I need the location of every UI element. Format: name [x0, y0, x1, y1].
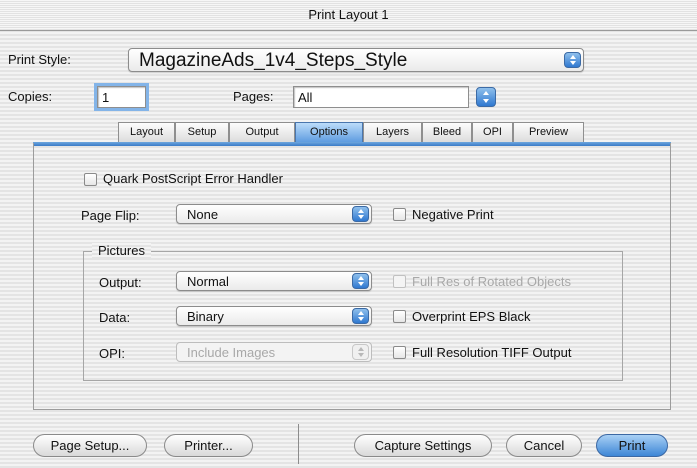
- print-button[interactable]: Print: [596, 434, 668, 457]
- tab-output[interactable]: Output: [229, 122, 295, 142]
- opi-value: Include Images: [187, 345, 276, 360]
- negative-print-checkbox[interactable]: [393, 208, 406, 221]
- tab-preview[interactable]: Preview: [513, 122, 584, 142]
- pages-field[interactable]: All: [293, 86, 469, 108]
- opi-label: OPI:: [99, 346, 126, 361]
- pages-popup-arrows-icon[interactable]: [476, 87, 496, 107]
- page-flip-value: None: [187, 207, 219, 222]
- output-value: Normal: [187, 274, 229, 289]
- copies-field[interactable]: 1: [97, 86, 146, 108]
- output-label: Output:: [99, 275, 142, 290]
- full-res-rotated-label: Full Res of Rotated Objects: [412, 274, 571, 289]
- window-titlebar: Print Layout 1: [0, 0, 697, 31]
- opi-popup[interactable]: Include Images: [176, 342, 372, 362]
- tab-layout[interactable]: Layout: [118, 122, 175, 142]
- negative-print-label: Negative Print: [412, 207, 494, 222]
- print-style-value: MagazineAds_1v4_Steps_Style: [139, 50, 408, 71]
- popup-arrows-icon: [352, 308, 369, 324]
- data-label: Data:: [99, 310, 131, 325]
- cancel-button[interactable]: Cancel: [506, 434, 582, 457]
- data-popup[interactable]: Binary: [176, 306, 372, 326]
- print-style-label: Print Style:: [8, 52, 71, 67]
- copies-label: Copies:: [8, 89, 53, 104]
- full-res-rotated-checkbox[interactable]: [393, 275, 406, 288]
- tab-options[interactable]: Options: [295, 122, 363, 142]
- capture-settings-button[interactable]: Capture Settings: [354, 434, 492, 457]
- error-handler-checkbox[interactable]: [84, 173, 97, 186]
- tab-layers[interactable]: Layers: [363, 122, 422, 142]
- data-value: Binary: [187, 309, 224, 324]
- window-title: Print Layout 1: [308, 7, 389, 22]
- overprint-eps-label: Overprint EPS Black: [412, 309, 531, 324]
- tab-opi[interactable]: OPI: [472, 122, 513, 142]
- popup-arrows-icon: [352, 273, 369, 289]
- print-style-popup[interactable]: MagazineAds_1v4_Steps_Style: [128, 48, 584, 72]
- page-flip-label: Page Flip:: [81, 208, 140, 223]
- pages-value: All: [298, 90, 313, 105]
- pictures-group-title: Pictures: [92, 243, 151, 258]
- popup-arrows-icon: [352, 344, 369, 360]
- tab-setup[interactable]: Setup: [175, 122, 229, 142]
- overprint-eps-checkbox[interactable]: [393, 310, 406, 323]
- error-handler-label: Quark PostScript Error Handler: [103, 171, 283, 186]
- copies-value: 1: [102, 90, 110, 105]
- popup-arrows-icon: [564, 52, 581, 68]
- printer-button[interactable]: Printer...: [164, 434, 253, 457]
- output-popup[interactable]: Normal: [176, 271, 372, 291]
- page-setup-button[interactable]: Page Setup...: [33, 434, 147, 457]
- pages-label: Pages:: [233, 89, 274, 104]
- full-res-tiff-checkbox[interactable]: [393, 346, 406, 359]
- page-flip-popup[interactable]: None: [176, 204, 372, 224]
- tab-bleed[interactable]: Bleed: [422, 122, 472, 142]
- button-divider: [298, 424, 299, 464]
- full-res-tiff-label: Full Resolution TIFF Output: [412, 345, 572, 360]
- popup-arrows-icon: [352, 206, 369, 222]
